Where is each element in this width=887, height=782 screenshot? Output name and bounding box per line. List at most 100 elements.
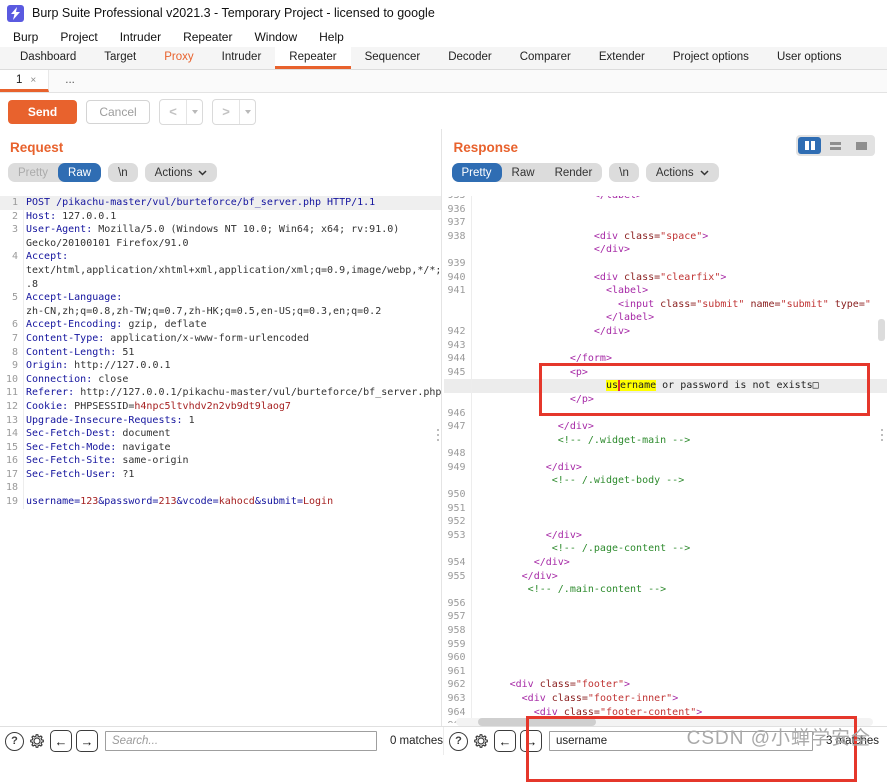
layout-columns-button[interactable] bbox=[798, 137, 821, 154]
response-actions-button[interactable]: Actions bbox=[646, 163, 719, 182]
gear-icon[interactable] bbox=[28, 732, 46, 750]
line-number: 954 bbox=[444, 556, 472, 570]
code-text: <p> bbox=[474, 366, 588, 380]
tab-target[interactable]: Target bbox=[90, 47, 150, 69]
line-number: 959 bbox=[444, 638, 472, 652]
single-pane-icon bbox=[856, 142, 867, 150]
tab-project-options[interactable]: Project options bbox=[659, 47, 763, 69]
line-number: 951 bbox=[444, 502, 472, 516]
tab-repeater[interactable]: Repeater bbox=[275, 47, 350, 69]
code-row: 5Accept-Language: bbox=[0, 291, 441, 305]
splitter-handle-icon[interactable] bbox=[881, 429, 883, 441]
repeater-tab-more[interactable]: ... bbox=[49, 70, 91, 92]
response-tab-newline[interactable]: \n bbox=[609, 163, 639, 182]
line-number bbox=[444, 311, 472, 325]
search-prev-button[interactable]: ← bbox=[494, 730, 516, 752]
code-text: </div> bbox=[474, 420, 594, 434]
line-number: 942 bbox=[444, 325, 472, 339]
splitter-handle-icon[interactable] bbox=[437, 429, 439, 441]
layout-single-button[interactable] bbox=[850, 137, 873, 154]
tab-dashboard[interactable]: Dashboard bbox=[6, 47, 90, 69]
tab-extender[interactable]: Extender bbox=[585, 47, 659, 69]
code-text: Content-Type: application/x-www-form-url… bbox=[26, 332, 309, 346]
request-actions-button[interactable]: Actions bbox=[145, 163, 218, 182]
scrollbar-thumb[interactable] bbox=[478, 718, 596, 726]
line-number: 936 bbox=[444, 203, 472, 217]
tab-sequencer[interactable]: Sequencer bbox=[351, 47, 435, 69]
menu-project[interactable]: Project bbox=[49, 28, 108, 46]
help-icon[interactable]: ? bbox=[5, 732, 24, 751]
line-number: 4 bbox=[0, 250, 24, 264]
chevron-down-icon bbox=[192, 110, 198, 114]
menu-repeater[interactable]: Repeater bbox=[172, 28, 243, 46]
code-row: </label> bbox=[444, 311, 887, 325]
code-text: Cookie: PHPSESSID=h4npc5ltvhdv2n2vb9dt9l… bbox=[26, 400, 291, 414]
line-number: 960 bbox=[444, 651, 472, 665]
tab-proxy[interactable]: Proxy bbox=[150, 47, 207, 69]
tab-intruder[interactable]: Intruder bbox=[208, 47, 276, 69]
code-text: Sec-Fetch-User: ?1 bbox=[26, 468, 134, 482]
code-text: Connection: close bbox=[26, 373, 128, 387]
line-number: 14 bbox=[0, 427, 24, 441]
code-text: username or password is not exists□ bbox=[474, 379, 819, 393]
line-number: 953 bbox=[444, 529, 472, 543]
editor-panels: Request Pretty Raw \n Actions 1POST /pik… bbox=[0, 129, 887, 727]
chevron-down-icon bbox=[198, 170, 207, 176]
tab-user-options[interactable]: User options bbox=[763, 47, 856, 69]
code-row: 3User-Agent: Mozilla/5.0 (Windows NT 10.… bbox=[0, 223, 441, 237]
request-tab-newline[interactable]: \n bbox=[108, 163, 138, 182]
response-tab-render[interactable]: Render bbox=[545, 163, 603, 182]
line-number: 961 bbox=[444, 665, 472, 679]
response-editor[interactable]: 935 </label>936937938 <div class="space"… bbox=[444, 196, 887, 723]
line-number: 13 bbox=[0, 414, 24, 428]
send-button[interactable]: Send bbox=[8, 100, 77, 124]
code-row: 957 bbox=[444, 610, 887, 624]
menu-burp[interactable]: Burp bbox=[2, 28, 49, 46]
search-next-button[interactable]: → bbox=[76, 730, 98, 752]
history-back-button[interactable]: < bbox=[160, 100, 186, 124]
search-prev-button[interactable]: ← bbox=[50, 730, 72, 752]
code-row: 956 bbox=[444, 597, 887, 611]
request-tab-pretty[interactable]: Pretty bbox=[8, 163, 58, 182]
history-forward-dropdown[interactable] bbox=[239, 100, 255, 124]
code-row: 944 </form> bbox=[444, 352, 887, 366]
request-editor[interactable]: 1POST /pikachu-master/vul/burteforce/bf_… bbox=[0, 196, 441, 723]
chevron-down-icon bbox=[700, 170, 709, 176]
line-number bbox=[444, 298, 472, 312]
response-horizontal-scrollbar[interactable] bbox=[456, 718, 874, 726]
code-row: 936 bbox=[444, 203, 887, 217]
response-tab-pretty[interactable]: Pretty bbox=[452, 163, 502, 182]
response-search-input[interactable] bbox=[549, 731, 813, 751]
code-row: 2Host: 127.0.0.1 bbox=[0, 210, 441, 224]
tab-decoder[interactable]: Decoder bbox=[434, 47, 505, 69]
request-tab-raw[interactable]: Raw bbox=[58, 163, 101, 182]
response-tab-raw[interactable]: Raw bbox=[502, 163, 545, 182]
code-row: text/html,application/xhtml+xml,applicat… bbox=[0, 264, 441, 278]
close-tab-icon[interactable]: × bbox=[30, 74, 36, 89]
menu-help[interactable]: Help bbox=[308, 28, 355, 46]
code-row: 942 </div> bbox=[444, 325, 887, 339]
menu-window[interactable]: Window bbox=[243, 28, 308, 46]
window-title: Burp Suite Professional v2021.3 - Tempor… bbox=[32, 6, 435, 20]
code-row: <!-- /.page-content --> bbox=[444, 542, 887, 556]
history-back-dropdown[interactable] bbox=[186, 100, 202, 124]
search-next-button[interactable]: → bbox=[520, 730, 542, 752]
code-text: </div> bbox=[474, 325, 631, 339]
response-vertical-scrollbar[interactable] bbox=[878, 319, 885, 341]
help-icon[interactable]: ? bbox=[449, 732, 468, 751]
cancel-button[interactable]: Cancel bbox=[86, 100, 150, 124]
code-text: Accept-Language: bbox=[26, 291, 122, 305]
line-number: 7 bbox=[0, 332, 24, 346]
gear-icon[interactable] bbox=[472, 732, 490, 750]
code-row: 938 <div class="space"> bbox=[444, 230, 887, 244]
code-row: Gecko/20100101 Firefox/91.0 bbox=[0, 237, 441, 251]
layout-rows-button[interactable] bbox=[824, 137, 847, 154]
menu-intruder[interactable]: Intruder bbox=[109, 28, 172, 46]
response-actions-label: Actions bbox=[656, 167, 694, 179]
history-forward-button[interactable]: > bbox=[213, 100, 239, 124]
code-row: 951 bbox=[444, 502, 887, 516]
tab-comparer[interactable]: Comparer bbox=[506, 47, 585, 69]
code-row: 18 bbox=[0, 481, 441, 495]
repeater-tab-1[interactable]: 1 × bbox=[0, 70, 49, 92]
request-search-input[interactable] bbox=[105, 731, 377, 751]
